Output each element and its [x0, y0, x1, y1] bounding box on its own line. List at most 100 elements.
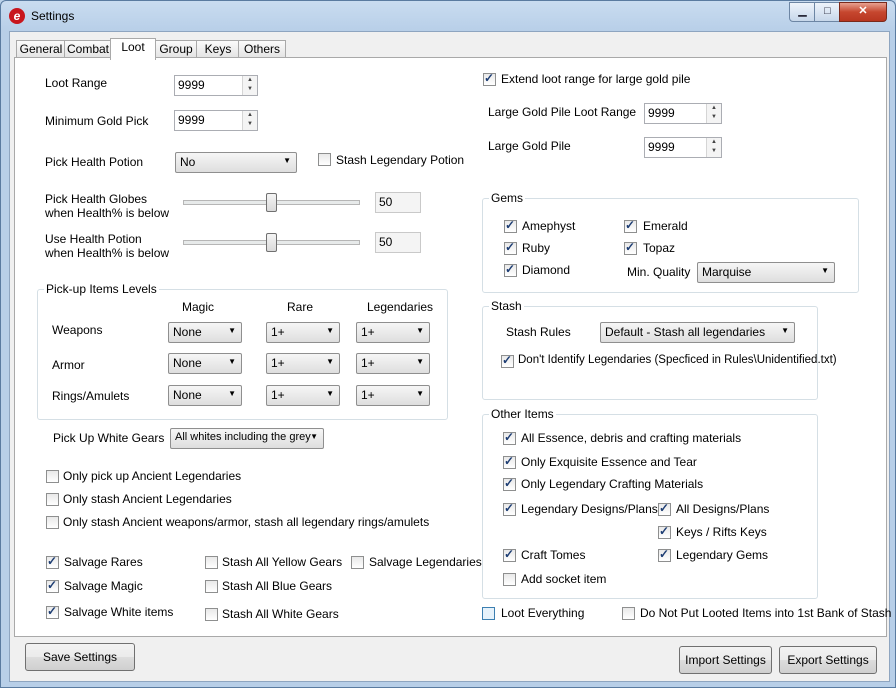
usepot-slider-thumb[interactable] — [265, 233, 277, 252]
rings-rare-select[interactable]: 1+ ▼ — [266, 385, 340, 406]
exquisite-checkbox[interactable] — [503, 454, 516, 469]
dont-put-checkbox[interactable] — [622, 607, 635, 620]
quality-select[interactable]: Marquise ▼ — [697, 262, 835, 283]
title-bar[interactable]: e Settings ▁ □ ✕ — [1, 1, 895, 31]
armor-legendary-select[interactable]: 1+ ▼ — [356, 353, 430, 374]
large-pile-label: Large Gold Pile — [488, 139, 571, 153]
stash-legendary-potion-checkbox[interactable] — [318, 153, 331, 166]
stash-rules-select[interactable]: Default - Stash all legendaries ▼ — [600, 322, 795, 343]
armor-magic-select[interactable]: None ▼ — [168, 353, 242, 374]
other-items-title: Other Items — [489, 407, 556, 421]
stash-white-checkbox[interactable] — [205, 608, 218, 621]
select-value: None — [173, 388, 202, 402]
ancient-weapons-checkbox[interactable] — [46, 516, 59, 529]
large-pile-input[interactable]: 9999 ▲ ▼ — [644, 137, 722, 158]
weapons-legendary-select[interactable]: 1+ ▼ — [356, 322, 430, 343]
import-settings-button[interactable]: Import Settings — [679, 646, 772, 674]
salvage-legendaries-checkbox[interactable] — [351, 556, 364, 569]
chevron-down-icon: ▼ — [416, 357, 424, 366]
pickup-levels-group: Pick-up Items Levels Magic Rare Legendar… — [37, 282, 448, 420]
white-gears-label: Pick Up White Gears — [53, 431, 165, 445]
add-socket-checkbox[interactable] — [503, 573, 516, 586]
stash-rules-value: Default - Stash all legendaries — [605, 325, 766, 339]
diamond-checkbox[interactable] — [504, 262, 517, 277]
emerald-checkbox[interactable] — [624, 218, 637, 233]
add-socket-label: Add socket item — [521, 572, 607, 586]
minimize-button[interactable]: ▁ — [789, 2, 816, 22]
topaz-checkbox[interactable] — [624, 240, 637, 255]
legendary-gems-checkbox[interactable] — [658, 547, 671, 562]
salvage-rares-checkbox[interactable] — [46, 554, 59, 569]
stash-yellow-checkbox[interactable] — [205, 556, 218, 569]
tab-keys[interactable]: Keys — [196, 40, 240, 58]
usepot-value: 50 — [379, 235, 393, 249]
spin-arrows-icon[interactable]: ▲ ▼ — [242, 111, 257, 130]
export-settings-button[interactable]: Export Settings — [779, 646, 877, 674]
stash-blue-checkbox[interactable] — [205, 580, 218, 593]
stash-group: Stash Stash Rules Default - Stash all le… — [482, 299, 837, 400]
close-button[interactable]: ✕ — [839, 2, 887, 22]
dont-put-label: Do Not Put Looted Items into 1st Bank of… — [640, 606, 892, 620]
salvage-magic-checkbox[interactable] — [46, 578, 59, 593]
select-value: 1+ — [361, 325, 375, 339]
essence-label: All Essence, debris and crafting materia… — [521, 431, 742, 445]
globes-value-box: 50 — [375, 192, 421, 213]
chevron-down-icon: ▼ — [326, 357, 334, 366]
loot-tab-panel: Loot Range 9999 ▲ ▼ Minimum Gold Pick 999… — [14, 57, 891, 637]
save-settings-button[interactable]: Save Settings — [25, 643, 135, 671]
globes-slider-thumb[interactable] — [265, 193, 277, 212]
stash-rules-label: Stash Rules — [506, 325, 571, 339]
tab-combat[interactable]: Combat — [64, 40, 112, 58]
extend-range-checkbox[interactable] — [483, 71, 496, 86]
spin-arrows-icon[interactable]: ▲ ▼ — [242, 76, 257, 95]
ancient-stash-label: Only stash Ancient Legendaries — [63, 492, 232, 506]
pickup-levels-title: Pick-up Items Levels — [44, 282, 159, 296]
min-gold-input[interactable]: 9999 ▲ ▼ — [174, 110, 258, 131]
salvage-legendaries-label: Salvage Legendaries — [369, 555, 482, 569]
craft-tomes-label: Craft Tomes — [521, 548, 586, 562]
tab-loot[interactable]: Loot — [110, 38, 156, 60]
select-value: 1+ — [361, 388, 375, 402]
row-weapons-label: Weapons — [52, 323, 103, 337]
ruby-checkbox[interactable] — [504, 240, 517, 255]
spin-arrows-icon[interactable]: ▲ ▼ — [706, 104, 721, 123]
craft-tomes-checkbox[interactable] — [503, 547, 516, 562]
rings-magic-select[interactable]: None ▼ — [168, 385, 242, 406]
tab-others[interactable]: Others — [238, 40, 286, 58]
essence-checkbox[interactable] — [503, 430, 516, 445]
legendary-crafting-checkbox[interactable] — [503, 476, 516, 491]
topaz-label: Topaz — [643, 241, 676, 255]
loot-everything-checkbox[interactable] — [482, 607, 495, 620]
large-range-input[interactable]: 9999 ▲ ▼ — [644, 103, 722, 124]
ancient-stash-checkbox[interactable] — [46, 493, 59, 506]
weapons-magic-select[interactable]: None ▼ — [168, 322, 242, 343]
weapons-rare-select[interactable]: 1+ ▼ — [266, 322, 340, 343]
keys-rifts-checkbox[interactable] — [658, 524, 671, 539]
col-magic: Magic — [182, 300, 215, 314]
settings-window: e Settings ▁ □ ✕ General Combat Loot Gro… — [0, 0, 896, 688]
spin-arrows-icon[interactable]: ▲ ▼ — [706, 138, 721, 157]
diamond-label: Diamond — [522, 263, 571, 277]
rings-legendary-select[interactable]: 1+ ▼ — [356, 385, 430, 406]
salvage-white-label: Salvage White items — [64, 605, 174, 619]
globes-label-1: Pick Health Globes — [45, 192, 148, 206]
salvage-white-checkbox[interactable] — [46, 604, 59, 619]
legendary-designs-checkbox[interactable] — [503, 501, 516, 516]
tab-general[interactable]: General — [16, 40, 66, 58]
usepot-label-2: when Health% is below — [45, 246, 170, 260]
chevron-down-icon: ▼ — [228, 326, 236, 335]
large-pile-value: 9999 — [648, 140, 675, 154]
all-designs-checkbox[interactable] — [658, 501, 671, 516]
armor-rare-select[interactable]: 1+ ▼ — [266, 353, 340, 374]
exquisite-label: Only Exquisite Essence and Tear — [521, 455, 697, 469]
loot-range-input[interactable]: 9999 ▲ ▼ — [174, 75, 258, 96]
maximize-button[interactable]: □ — [814, 2, 841, 22]
dont-identify-checkbox[interactable] — [501, 353, 514, 368]
tab-group[interactable]: Group — [154, 40, 198, 58]
select-value: None — [173, 356, 202, 370]
white-gears-select[interactable]: All whites including the grey ▼ — [170, 428, 324, 449]
pick-potion-value: No — [180, 155, 196, 169]
ancient-pickup-checkbox[interactable] — [46, 470, 59, 483]
amethyst-checkbox[interactable] — [504, 218, 517, 233]
pick-potion-select[interactable]: No ▼ — [175, 152, 297, 173]
